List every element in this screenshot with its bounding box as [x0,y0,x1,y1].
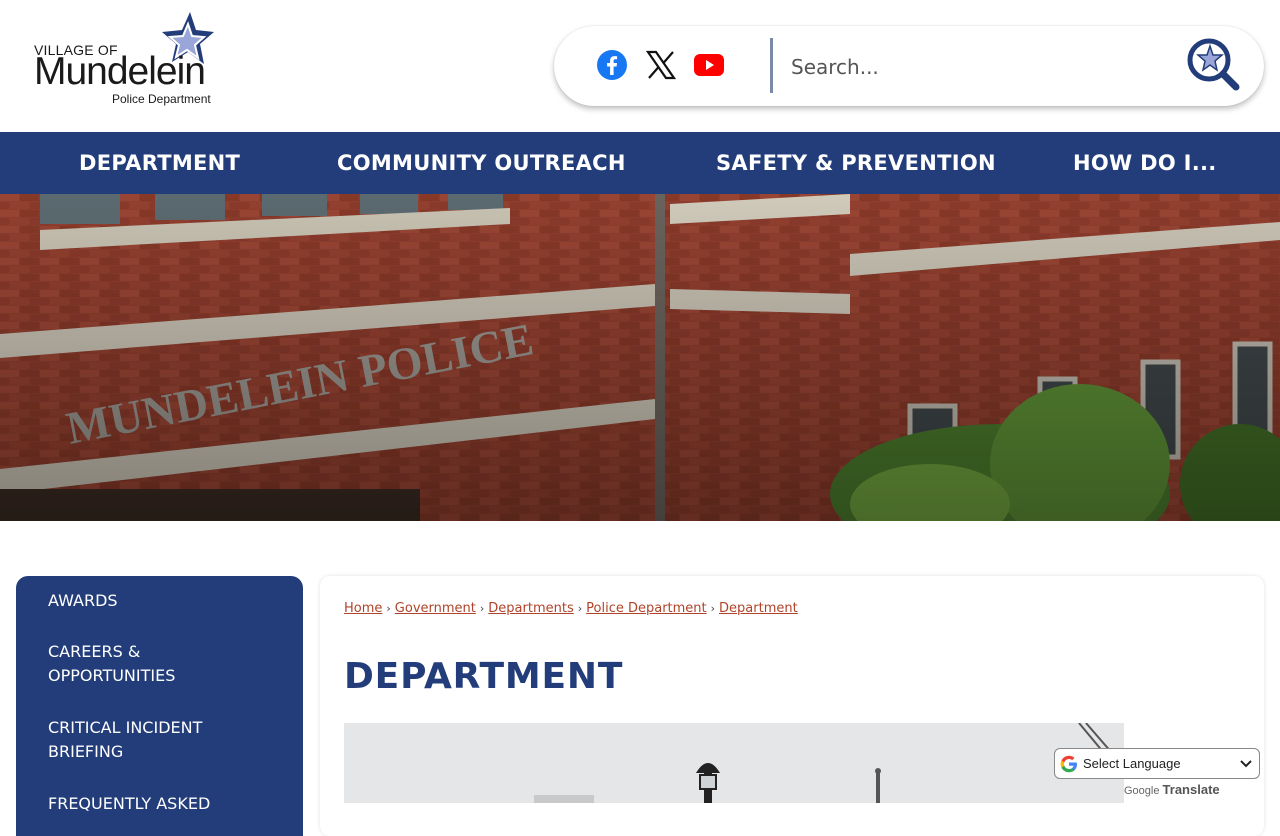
breadcrumb-link-home[interactable]: Home [344,601,382,616]
google-g-icon [1060,755,1077,772]
site-header: VILLAGE OF Mundelein Police Department [0,0,1280,132]
language-select[interactable]: Select Language [1054,748,1260,779]
search-bar [554,26,1264,106]
powered-by-google: Google Translate [1124,782,1220,797]
breadcrumb-link-government[interactable]: Government [395,601,476,616]
google-translate-widget: Select Language Google Translate [1054,748,1260,800]
youtube-icon [694,54,724,76]
breadcrumb: Home › Government › Departments › Police Depar… [344,601,798,616]
police-building-illustration: MUNDELEIN POLICE [0,194,1280,521]
logo-sub-text: Police Department [112,92,211,106]
breadcrumb-separator: › [386,602,391,615]
main-nav: DEPARTMENT COMMUNITY OUTREACH SAFETY & P… [0,132,1280,194]
search-button[interactable] [1186,36,1242,92]
youtube-link[interactable] [692,48,726,82]
breadcrumb-link-police-department[interactable]: Police Department [586,601,707,616]
nav-item-department[interactable]: DEPARTMENT [79,132,240,194]
sidebar-item-awards[interactable]: AWARDS [48,589,268,613]
breadcrumb-separator: › [710,602,716,615]
logo-name-text: Mundelein [34,50,206,93]
nav-item-safety-prevention[interactable]: SAFETY & PREVENTION [716,132,996,194]
sidebar-item-frequently-asked[interactable]: FREQUENTLY ASKED [48,792,268,816]
sidebar-item-careers-opportunities[interactable]: CAREERS & OPPORTUNITIES [48,640,268,688]
nav-item-how-do-i[interactable]: HOW DO I... [1073,132,1217,194]
breadcrumb-separator: › [479,602,485,615]
content-photo [344,723,1124,803]
x-twitter-icon [645,50,677,80]
google-wordmark: Google [1124,785,1160,797]
facebook-icon [597,50,627,80]
sidebar-nav: AWARDS CAREERS & OPPORTUNITIES CRITICAL … [16,576,303,836]
facebook-link[interactable] [595,48,629,82]
search-input[interactable] [789,46,1173,88]
hero-banner-image: MUNDELEIN POLICE [0,194,1280,521]
nav-item-community-outreach[interactable]: COMMUNITY OUTREACH [337,132,626,194]
search-magnifier-star-icon [1187,38,1240,91]
language-select-label: Select Language [1083,756,1181,771]
chevron-down-icon [1240,760,1252,768]
translate-link[interactable]: Translate [1163,782,1220,797]
breadcrumb-link-department[interactable]: Department [719,601,798,616]
street-photo-illustration [344,723,1124,803]
sidebar-item-critical-incident-briefing[interactable]: CRITICAL INCIDENT BRIEFING [48,716,268,764]
breadcrumb-link-departments[interactable]: Departments [488,601,573,616]
x-twitter-link[interactable] [644,48,678,82]
breadcrumb-separator: › [577,602,583,615]
site-logo[interactable]: VILLAGE OF Mundelein Police Department [34,10,234,110]
page-title: DEPARTMENT [344,656,624,697]
search-divider [770,38,773,93]
